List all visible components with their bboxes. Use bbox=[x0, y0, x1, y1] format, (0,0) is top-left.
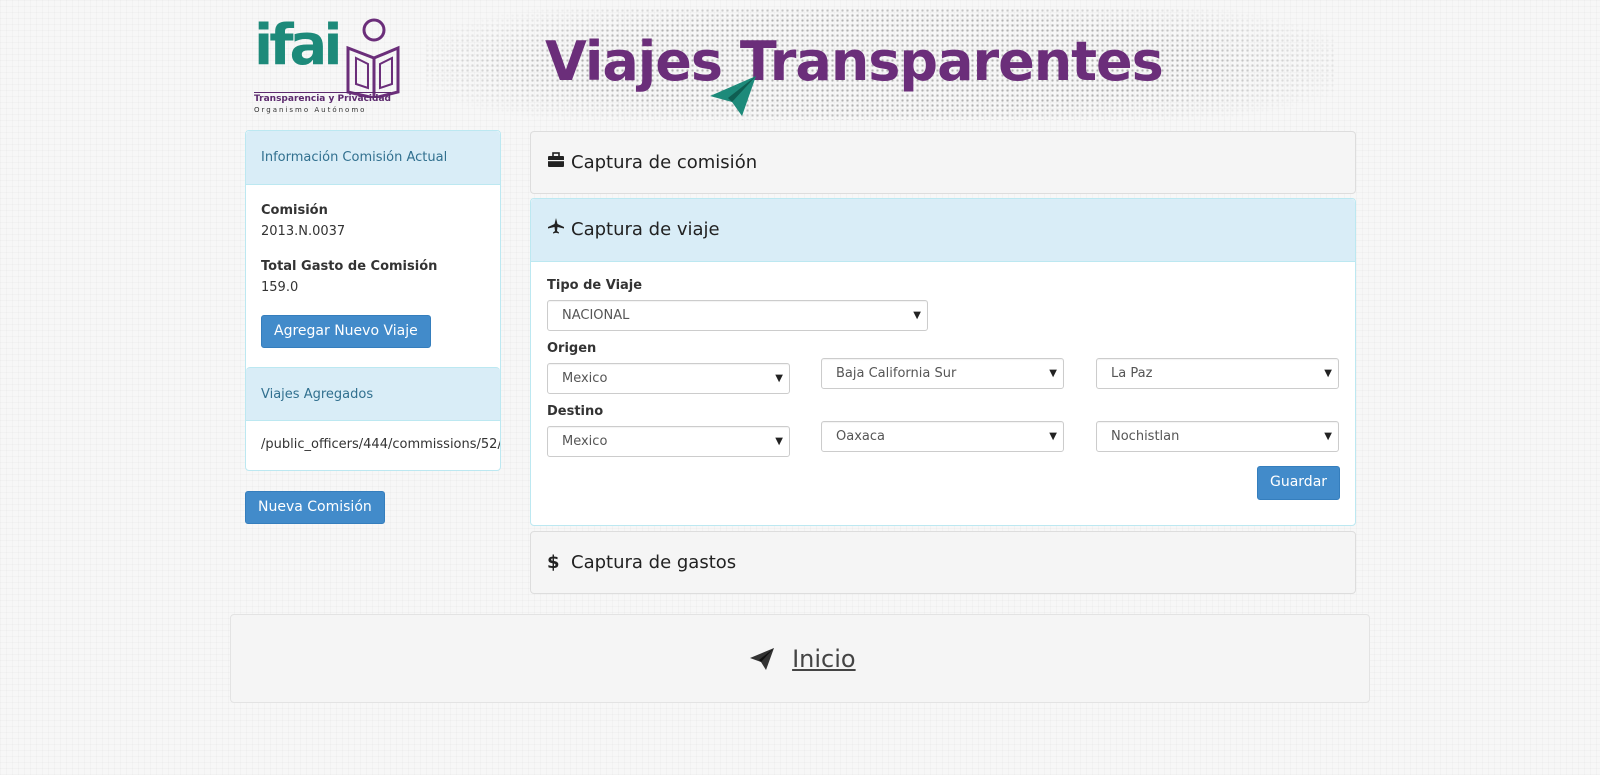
logo-subtagline: Organismo Autónomo bbox=[254, 106, 367, 114]
paper-plane-icon bbox=[750, 648, 774, 670]
commission-info-panel: Información Comisión Actual Comisión 201… bbox=[245, 130, 501, 471]
ifai-logo[interactable]: ifai Transparencia y Privacidad Organism… bbox=[254, 12, 404, 120]
add-trip-button[interactable]: Agregar Nuevo Viaje bbox=[261, 315, 431, 348]
destination-country-value: Mexico bbox=[562, 434, 608, 449]
trip-section-header[interactable]: Captura de viaje bbox=[531, 199, 1355, 262]
destination-state-value: Oaxaca bbox=[836, 429, 885, 444]
expenses-section-title: Captura de gastos bbox=[571, 552, 737, 573]
logo-tagline: Transparencia y Privacidad bbox=[254, 92, 391, 104]
commission-value: 2013.N.0037 bbox=[261, 224, 346, 239]
added-trips-heading: Viajes Agregados bbox=[246, 367, 500, 421]
logo-text: ifai bbox=[254, 13, 343, 78]
chevron-down-icon: ▼ bbox=[1324, 368, 1332, 379]
origin-state-value: Baja California Sur bbox=[836, 366, 957, 381]
chevron-down-icon: ▼ bbox=[775, 436, 783, 447]
origin-state-select[interactable]: Baja California Sur ▼ bbox=[821, 358, 1064, 389]
trip-section-title: Captura de viaje bbox=[571, 219, 720, 240]
origin-city-select[interactable]: La Paz ▼ bbox=[1096, 358, 1339, 389]
commission-section-header[interactable]: Captura de comisión bbox=[530, 131, 1356, 194]
expenses-section-header[interactable]: $ Captura de gastos bbox=[530, 531, 1356, 594]
new-commission-button[interactable]: Nueva Comisión bbox=[245, 491, 385, 524]
chevron-down-icon: ▼ bbox=[775, 373, 783, 384]
trip-capture-panel: Captura de viaje Tipo de Viaje NACIONAL … bbox=[530, 198, 1356, 526]
briefcase-icon bbox=[547, 132, 571, 193]
destination-label: Destino bbox=[547, 404, 604, 419]
commission-info-heading: Información Comisión Actual bbox=[246, 131, 500, 185]
destination-city-select[interactable]: Nochistlan ▼ bbox=[1096, 421, 1339, 452]
dollar-icon: $ bbox=[547, 552, 560, 573]
trip-type-value: NACIONAL bbox=[562, 308, 630, 323]
origin-country-select[interactable]: Mexico ▼ bbox=[547, 363, 790, 394]
commission-section-title: Captura de comisión bbox=[571, 152, 758, 173]
chevron-down-icon: ▼ bbox=[1049, 431, 1057, 442]
save-button[interactable]: Guardar bbox=[1257, 466, 1341, 500]
origin-country-value: Mexico bbox=[562, 371, 608, 386]
footer: Inicio bbox=[230, 614, 1370, 703]
page-header: ifai Transparencia y Privacidad Organism… bbox=[240, 8, 1360, 120]
origin-city-value: La Paz bbox=[1111, 366, 1153, 381]
trip-link[interactable]: /public_officers/444/commissions/52/trip… bbox=[261, 437, 500, 452]
destination-country-select[interactable]: Mexico ▼ bbox=[547, 426, 790, 457]
destination-state-select[interactable]: Oaxaca ▼ bbox=[821, 421, 1064, 452]
destination-city-value: Nochistlan bbox=[1111, 429, 1180, 444]
total-expense-label: Total Gasto de Comisión bbox=[261, 259, 438, 274]
trip-type-select[interactable]: NACIONAL ▼ bbox=[547, 300, 928, 331]
chevron-down-icon: ▼ bbox=[1324, 431, 1332, 442]
total-expense-value: 159.0 bbox=[261, 280, 299, 295]
book-person-icon bbox=[346, 18, 400, 98]
paper-plane-logo-icon bbox=[710, 76, 756, 116]
chevron-down-icon: ▼ bbox=[1049, 368, 1057, 379]
trip-type-label: Tipo de Viaje bbox=[547, 278, 643, 293]
banner-title: Viajes Transparentes bbox=[545, 30, 1164, 93]
origin-label: Origen bbox=[547, 341, 597, 356]
chevron-down-icon: ▼ bbox=[913, 310, 921, 321]
airplane-icon bbox=[547, 199, 571, 261]
commission-label: Comisión bbox=[261, 203, 328, 218]
home-link[interactable]: Inicio bbox=[792, 645, 856, 673]
